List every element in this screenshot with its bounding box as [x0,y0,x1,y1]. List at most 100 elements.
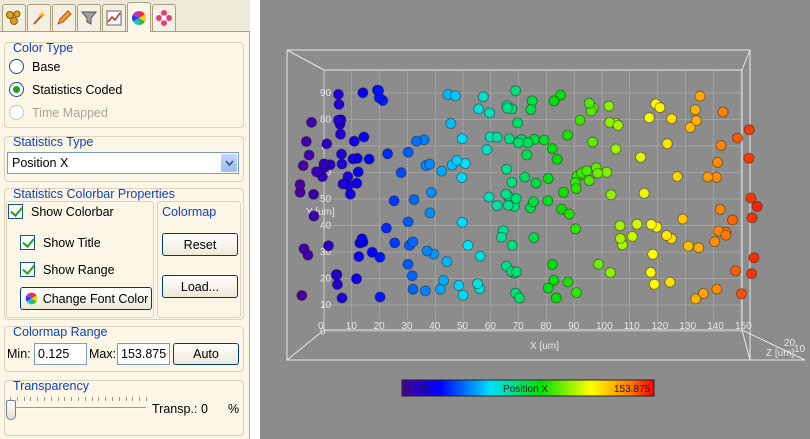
auto-button[interactable]: Auto [173,343,239,365]
spot[interactable] [434,283,446,295]
spot[interactable] [581,165,593,177]
tab-edit[interactable] [52,4,76,31]
spot[interactable] [542,282,554,294]
spot[interactable] [441,256,453,268]
spot[interactable] [504,133,515,145]
spot[interactable] [491,131,503,143]
tab-spots[interactable] [2,4,26,31]
spot[interactable] [358,131,370,143]
spot[interactable] [477,91,489,103]
spot[interactable] [546,259,558,270]
spot[interactable] [436,165,448,177]
spot[interactable] [352,166,364,178]
spot[interactable] [445,118,457,129]
spot[interactable] [300,136,312,147]
spot[interactable] [333,98,345,110]
spot[interactable] [407,283,419,295]
spot[interactable] [743,124,755,136]
spot[interactable] [689,104,701,116]
spot[interactable] [542,195,554,207]
spot[interactable] [425,187,437,198]
spot[interactable] [472,278,484,290]
checkbox-indicator[interactable] [20,262,35,277]
spot[interactable] [712,156,723,168]
spot[interactable] [353,251,365,263]
spot[interactable] [462,239,474,251]
spot[interactable] [571,287,582,299]
spot[interactable] [419,285,431,297]
spot[interactable] [389,237,401,249]
spot[interactable] [424,207,436,219]
spot[interactable] [614,220,626,232]
spot[interactable] [501,102,513,114]
spot[interactable] [303,149,315,161]
spot[interactable] [302,249,314,261]
spot[interactable] [374,251,386,263]
spot[interactable] [406,270,418,282]
spot[interactable] [501,163,513,175]
spot[interactable] [593,258,604,270]
spot[interactable] [638,187,650,199]
spot[interactable] [388,195,400,207]
spot[interactable] [690,293,702,305]
spot[interactable] [395,167,407,179]
spot[interactable] [521,149,533,161]
spot[interactable] [402,258,414,270]
show-colorbar-checkbox[interactable]: Show Colorbar [8,204,114,219]
spot[interactable] [297,160,309,172]
spot[interactable] [474,250,486,262]
checkbox-indicator[interactable] [8,204,23,219]
checkbox-indicator[interactable] [20,235,35,250]
spot[interactable] [562,276,574,288]
radio-statistics-coded[interactable]: Statistics Coded [9,82,122,97]
spot[interactable] [677,213,689,225]
3d-scene[interactable]: 0 10 20 30 40 50 60 70 80 90 100 110 120 130 140 150 90 8… [260,0,810,439]
spot[interactable] [356,233,368,245]
spot[interactable] [484,107,496,119]
spot[interactable] [348,135,360,147]
spot[interactable] [714,203,726,215]
spot[interactable] [551,153,563,165]
spot[interactable] [424,158,436,170]
spot[interactable] [583,175,595,187]
spot[interactable] [318,158,330,170]
spot[interactable] [735,288,747,300]
spot[interactable] [548,95,560,107]
spot[interactable] [506,239,518,251]
spot[interactable] [684,122,696,133]
spot[interactable] [402,216,414,228]
spot[interactable] [483,191,495,203]
spot[interactable] [570,223,582,235]
transparency-slider-track[interactable] [10,407,146,410]
spot[interactable] [587,136,599,148]
spot[interactable] [496,231,507,243]
spot[interactable] [562,129,574,141]
spot[interactable] [557,186,569,198]
spot[interactable] [449,90,461,102]
spot[interactable] [411,135,422,147]
spot[interactable] [661,138,673,150]
spot[interactable] [500,188,512,200]
spot[interactable] [645,266,657,278]
spot[interactable] [720,229,732,241]
spot[interactable] [402,146,414,158]
spot[interactable] [332,88,344,100]
spot[interactable] [344,188,356,200]
spot[interactable] [731,132,743,144]
tab-settings[interactable] [152,4,176,31]
spot[interactable] [671,171,683,182]
3d-viewer[interactable]: 0 10 20 30 40 50 60 70 80 90 100 110 120 130 140 150 90 8… [260,0,810,439]
statistics-type-select[interactable]: Position X [7,152,239,174]
tab-color[interactable] [127,2,151,32]
spot[interactable] [408,194,420,206]
min-input[interactable] [34,343,87,365]
spot[interactable] [631,218,643,230]
spot[interactable] [751,201,763,212]
spot[interactable] [709,236,721,248]
spot[interactable] [643,112,655,124]
spot[interactable] [323,240,334,252]
max-input[interactable] [117,343,170,365]
spot[interactable] [456,216,468,228]
spot[interactable] [473,103,485,115]
spot[interactable] [491,200,503,212]
